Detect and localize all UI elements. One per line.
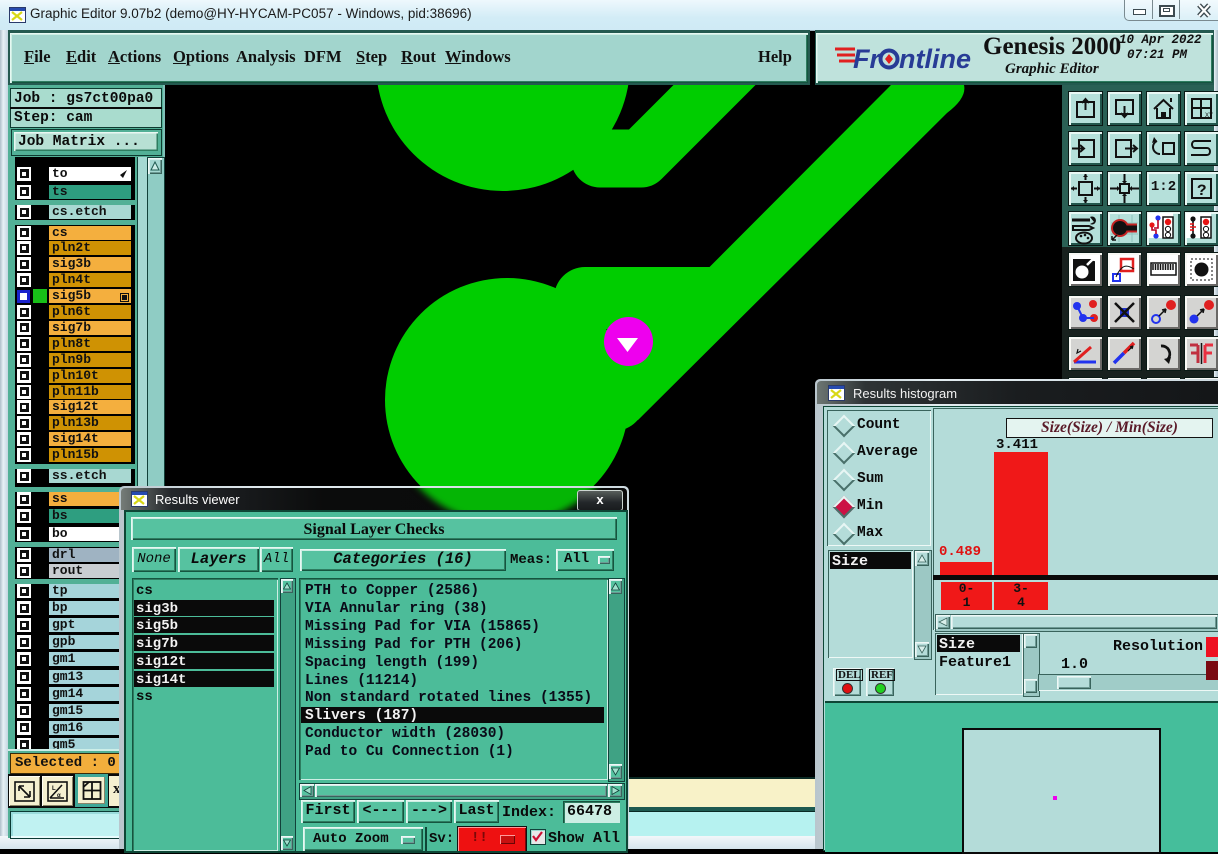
svg-text:α: α [57, 793, 61, 799]
svg-text:?: ? [1197, 182, 1207, 200]
svg-text:ntline: ntline [899, 44, 971, 74]
svg-text:XY: XY [1205, 113, 1213, 119]
svg-text:Fr: Fr [853, 44, 881, 74]
svg-text:L: L [52, 786, 56, 792]
